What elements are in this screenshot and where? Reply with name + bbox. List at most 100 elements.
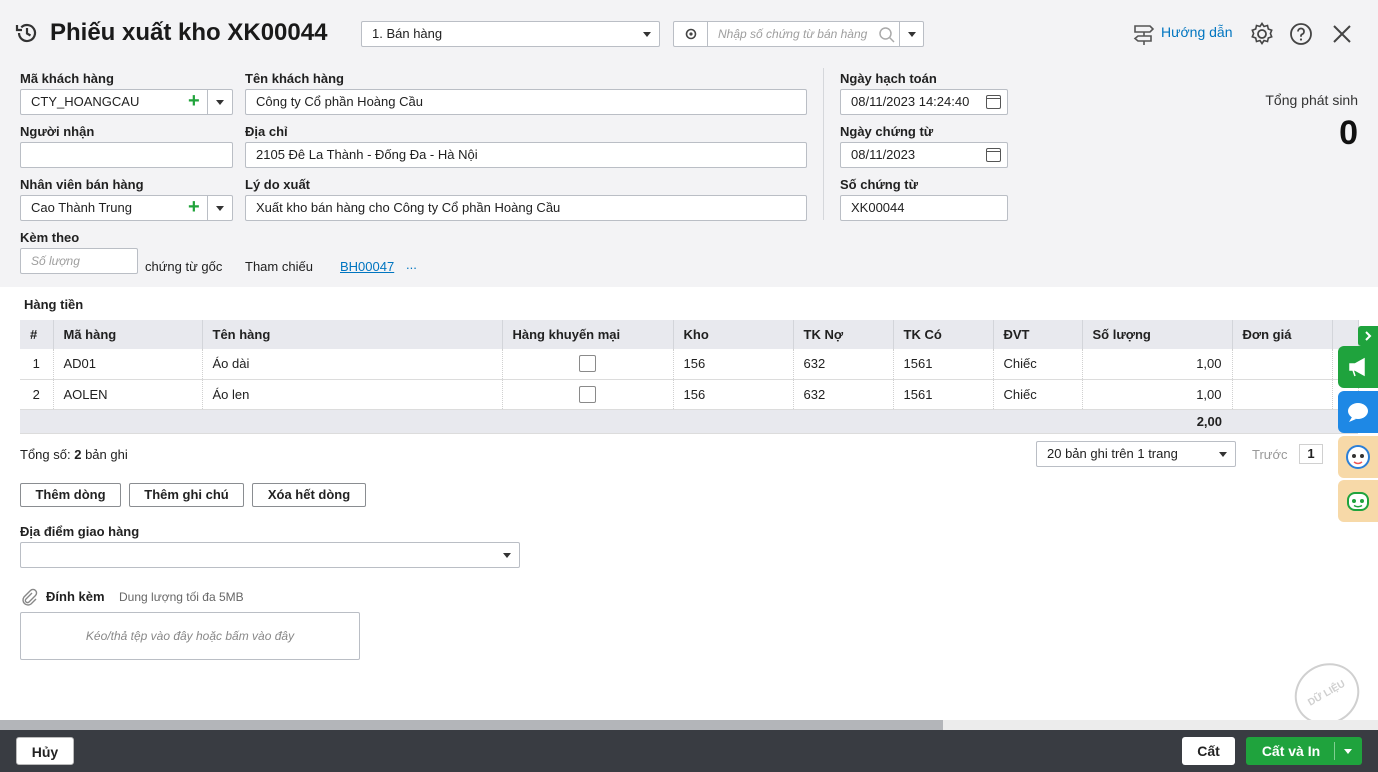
chevron-down-icon: [216, 206, 224, 211]
column-divider: [823, 68, 824, 220]
col-header-qty[interactable]: Số lượng: [1082, 320, 1233, 349]
support-bot-widget[interactable]: [1338, 436, 1378, 478]
gear-icon: [685, 28, 697, 40]
cell-promo: [502, 349, 674, 380]
page-size-select[interactable]: 20 bản ghi trên 1 trang: [1036, 441, 1236, 467]
save-button[interactable]: Cất: [1182, 737, 1235, 765]
search-settings-button[interactable]: [674, 22, 708, 46]
help-icon[interactable]: [1289, 22, 1313, 46]
delivery-select[interactable]: [20, 542, 520, 568]
cell-warehouse[interactable]: 156: [673, 379, 794, 410]
col-header-warehouse[interactable]: Kho: [673, 320, 794, 349]
col-header-price[interactable]: Đơn giá: [1232, 320, 1333, 349]
close-icon[interactable]: [1331, 23, 1353, 45]
gear-icon[interactable]: [1249, 21, 1275, 47]
salesperson-label: Nhân viên bán hàng: [20, 177, 144, 192]
col-header-name[interactable]: Tên hàng: [202, 320, 503, 349]
promo-checkbox[interactable]: [579, 355, 596, 373]
save-print-dropdown[interactable]: [1335, 737, 1362, 765]
voucher-search-input[interactable]: Nhập số chứng từ bán hàng: [718, 22, 867, 46]
summary-spacer: [20, 409, 1082, 434]
calendar-icon[interactable]: [986, 148, 1001, 162]
customer-code-dropdown[interactable]: [207, 90, 232, 114]
col-header-unit[interactable]: ĐVT: [993, 320, 1083, 349]
page-number[interactable]: 1: [1299, 444, 1323, 464]
add-salesperson-icon[interactable]: +: [188, 197, 202, 217]
cell-name[interactable]: Áo dài: [202, 349, 503, 380]
grid-expand-button[interactable]: [1358, 326, 1378, 346]
salesperson-combo[interactable]: Cao Thành Trung +: [20, 195, 233, 221]
reference-link[interactable]: BH00047: [340, 259, 394, 274]
cancel-button[interactable]: Hủy: [16, 737, 74, 765]
cell-unit[interactable]: Chiếc: [993, 379, 1083, 410]
chevron-right-icon: [1365, 331, 1372, 341]
customer-code-label: Mã khách hàng: [20, 71, 114, 86]
voucher-type-value: 1. Bán hàng: [372, 26, 443, 41]
cell-unit[interactable]: Chiếc: [993, 349, 1083, 380]
voucher-date-label: Ngày chứng từ: [840, 124, 934, 139]
robot-icon: [1347, 492, 1369, 511]
history-icon[interactable]: [14, 20, 40, 46]
address-input[interactable]: 2105 Đê La Thành - Đống Đa - Hà Nội: [245, 142, 807, 168]
col-header-promo[interactable]: Hàng khuyến mại: [502, 320, 674, 349]
col-header-code[interactable]: Mã hàng: [53, 320, 203, 349]
save-print-label: Cất và In: [1261, 743, 1321, 759]
customer-code-value: CTY_HOANGCAU: [31, 94, 140, 109]
cell-debit[interactable]: 632: [793, 379, 894, 410]
receiver-input[interactable]: [20, 142, 233, 168]
reason-input[interactable]: Xuất kho bán hàng cho Công ty Cổ phần Ho…: [245, 195, 807, 221]
cell-credit[interactable]: 1561: [893, 379, 994, 410]
cell-debit[interactable]: 632: [793, 349, 894, 380]
customer-name-input[interactable]: Công ty Cổ phần Hoàng Cầu: [245, 89, 807, 115]
col-header-credit[interactable]: TK Có: [893, 320, 994, 349]
voucher-date-input[interactable]: 08/11/2023: [840, 142, 1008, 168]
reference-label: Tham chiếu: [245, 259, 313, 274]
cell-qty[interactable]: 1,00: [1082, 349, 1233, 380]
attach-count-input[interactable]: Số lượng: [20, 248, 138, 274]
customer-code-combo[interactable]: CTY_HOANGCAU +: [20, 89, 233, 115]
scrollbar-thumb[interactable]: [0, 720, 943, 730]
cell-qty[interactable]: 1,00: [1082, 379, 1233, 410]
cell-name[interactable]: Áo len: [202, 379, 503, 410]
col-header-debit[interactable]: TK Nợ: [793, 320, 894, 349]
add-row-button[interactable]: Thêm dòng: [20, 483, 121, 507]
search-dropdown-button[interactable]: [899, 22, 924, 46]
paperclip-icon: [22, 588, 38, 606]
add-note-button[interactable]: Thêm ghi chú: [129, 483, 244, 507]
promo-checkbox[interactable]: [579, 385, 596, 403]
voucher-search-box: Nhập số chứng từ bán hàng: [673, 21, 924, 47]
voucher-date-value: 08/11/2023: [851, 147, 916, 162]
chat-widget[interactable]: [1338, 391, 1378, 433]
cell-promo: [502, 379, 674, 410]
megaphone-icon: [1349, 357, 1365, 377]
ai-assistant-widget[interactable]: [1338, 480, 1378, 522]
cell-price[interactable]: [1232, 379, 1333, 410]
prev-page-button[interactable]: Trước: [1252, 447, 1288, 462]
accounting-date-input[interactable]: 08/11/2023 14:24:40: [840, 89, 1008, 115]
cell-warehouse[interactable]: 156: [673, 349, 794, 380]
cell-price[interactable]: [1232, 349, 1333, 380]
voucher-type-select[interactable]: 1. Bán hàng: [361, 21, 660, 47]
cell-code[interactable]: AOLEN: [53, 379, 203, 410]
signpost-icon[interactable]: [1132, 22, 1156, 46]
add-customer-icon[interactable]: +: [188, 91, 202, 111]
chat-icon: [1348, 403, 1368, 422]
salesperson-dropdown[interactable]: [207, 196, 232, 220]
calendar-icon[interactable]: [986, 95, 1001, 109]
attachment-label: Đính kèm: [46, 589, 105, 604]
delete-all-rows-button[interactable]: Xóa hết dòng: [252, 483, 366, 507]
address-label: Địa chỉ: [245, 124, 288, 139]
save-print-button[interactable]: Cất và In: [1246, 737, 1362, 765]
table-row[interactable]: 2 AOLEN Áo len 156 632 1561 Chiếc 1,00: [20, 379, 1359, 410]
col-header-no: #: [20, 320, 54, 349]
reference-more-button[interactable]: ...: [406, 257, 417, 272]
announcement-widget[interactable]: [1338, 346, 1378, 388]
page-size-value: 20 bản ghi trên 1 trang: [1047, 446, 1178, 461]
attachment-dropzone[interactable]: Kéo/thả tệp vào đây hoặc bấm vào đây: [20, 612, 360, 660]
cell-code[interactable]: AD01: [53, 349, 203, 380]
help-guide-link[interactable]: Hướng dẫn: [1161, 24, 1232, 40]
voucher-no-input[interactable]: XK00044: [840, 195, 1008, 221]
chevron-down-icon: [1219, 452, 1227, 457]
cell-credit[interactable]: 1561: [893, 349, 994, 380]
table-row[interactable]: 1 AD01 Áo dài 156 632 1561 Chiếc 1,00: [20, 349, 1359, 380]
